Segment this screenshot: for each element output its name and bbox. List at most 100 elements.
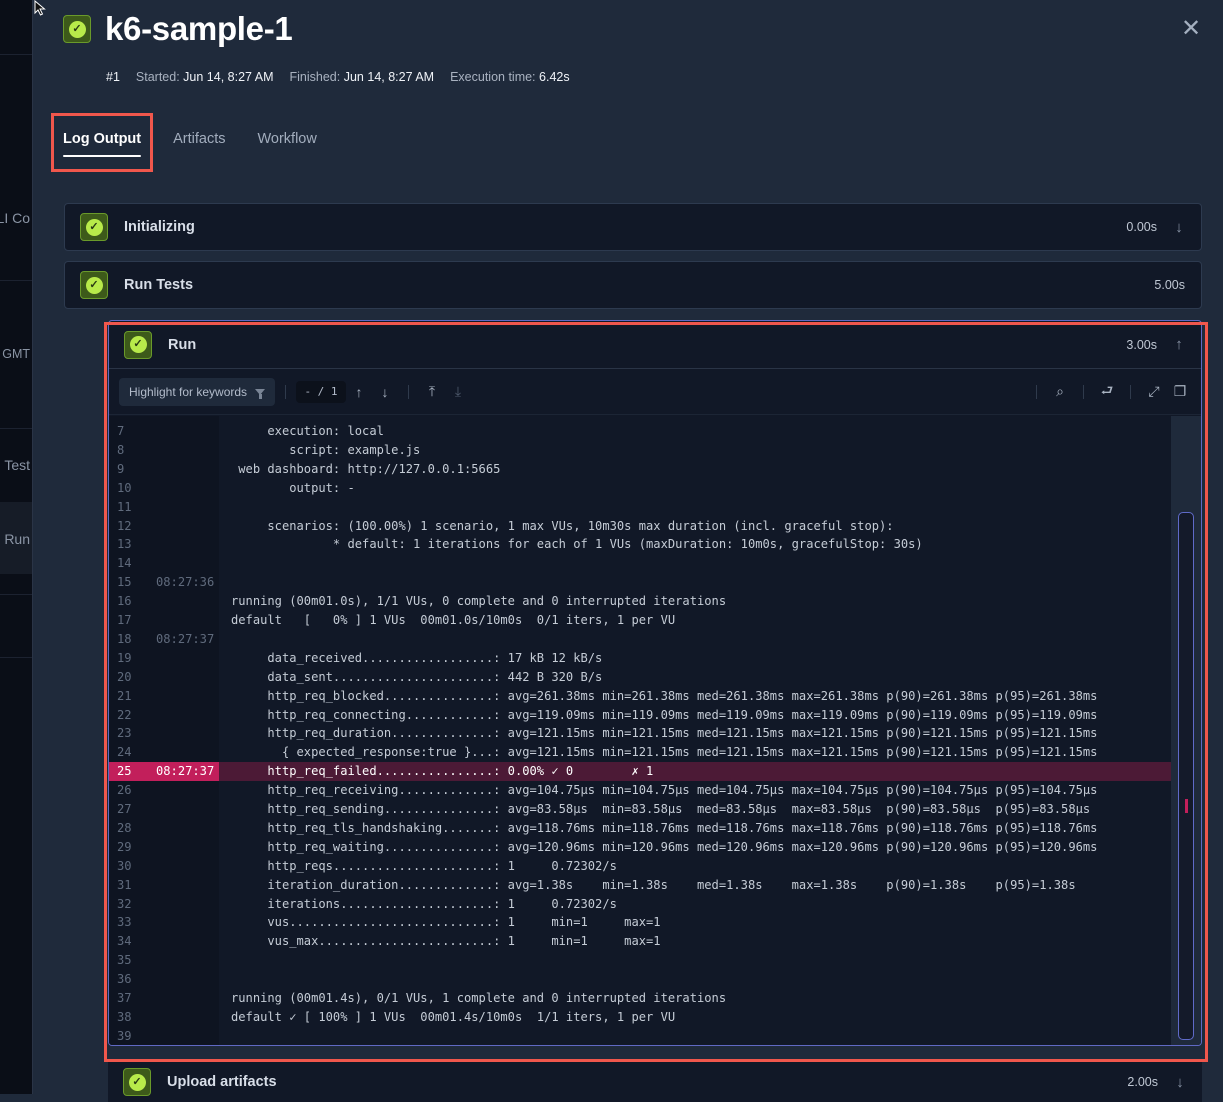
mouse-cursor-icon <box>34 0 46 16</box>
log-line-highlighted: 25 08:27:37 http_req_failed..............… <box>109 762 1172 782</box>
line-text: http_req_failed................: 0.00% ✓… <box>231 764 654 779</box>
line-text: http_reqs......................: 1 0.723… <box>231 858 617 873</box>
scrollbar-thumb[interactable] <box>1178 512 1194 1040</box>
sidebar-item[interactable]: CLI Co <box>0 210 30 226</box>
toolbar-divider <box>408 384 409 399</box>
line-number: 36 <box>117 972 132 987</box>
log-line: 27 http_req_sending...............: avg=… <box>109 800 1172 819</box>
step-initializing[interactable]: ✓ Initializing 0.00s ↓ <box>64 203 1202 251</box>
highlight-keywords-label: Highlight for keywords <box>129 384 248 399</box>
line-text: http_req_connecting............: avg=119… <box>231 707 1098 722</box>
step-run-expanded: ✓ Run 3.00s ↑ Highlight for keywords - /… <box>108 320 1202 1046</box>
line-timestamp: 08:27:37 <box>156 631 215 646</box>
line-text: output: - <box>231 480 355 495</box>
scroll-bottom-icon[interactable]: ⤓ <box>445 383 471 400</box>
log-line: 21 http_req_blocked...............: avg=… <box>109 687 1172 706</box>
step-duration: 5.00s <box>1154 278 1185 292</box>
line-number: 14 <box>117 556 132 571</box>
sidebar-divider <box>0 54 32 55</box>
tab-artifacts[interactable]: Artifacts <box>173 126 225 157</box>
log-line: 39 <box>109 1027 1172 1045</box>
sidebar-divider <box>0 657 32 658</box>
execution-meta: #1 Started: Jun 14, 8:27 AM Finished: Ju… <box>106 70 570 84</box>
wrap-icon[interactable]: ⮐ <box>1094 380 1120 404</box>
highlight-keywords-input[interactable]: Highlight for keywords <box>119 377 275 406</box>
line-text: running (00m01.4s), 0/1 VUs, 1 complete … <box>231 991 727 1005</box>
line-number: 35 <box>117 953 132 968</box>
line-number: 21 <box>117 688 132 703</box>
status-success-icon: ✓ <box>63 15 91 43</box>
line-text: iterations.....................: 1 0.723… <box>231 896 617 911</box>
line-number: 20 <box>117 669 132 684</box>
chevron-down-icon[interactable]: ↓ <box>1173 219 1185 236</box>
log-line: 8 script: example.js <box>109 441 1172 460</box>
sidebar-item[interactable]: Run <box>4 531 30 547</box>
line-number: 37 <box>117 991 132 1005</box>
step-run-header[interactable]: ✓ Run 3.00s ↑ <box>109 321 1201 369</box>
match-pager: - / 1 <box>296 380 346 403</box>
log-line: 18 08:27:37 <box>109 630 1172 649</box>
chevron-up-icon[interactable]: ↑ <box>1173 336 1185 353</box>
log-line: 24 { expected_response:true }...: avg=12… <box>109 743 1172 762</box>
sidebar-divider <box>0 594 32 595</box>
line-text: http_req_duration..............: avg=121… <box>231 726 1098 741</box>
line-number: 30 <box>117 858 132 873</box>
line-text: { expected_response:true }...: avg=121.1… <box>231 745 1098 760</box>
line-text: iteration_duration.............: avg=1.3… <box>231 877 1076 892</box>
line-number: 34 <box>117 934 132 949</box>
status-success-icon: ✓ <box>80 213 108 241</box>
line-number: 24 <box>117 745 132 760</box>
line-number: 7 <box>117 424 125 438</box>
expand-icon[interactable]: ⤢ <box>1141 383 1167 400</box>
log-line: 15 08:27:36 <box>109 573 1172 592</box>
line-text: default [ 0% ] 1 VUs 00m01.0s/10m0s 0/1 … <box>231 613 676 627</box>
execution-detail-panel: ✓ k6-sample-1 ✕ #1 Started: Jun 14, 8:27… <box>34 0 1223 1102</box>
arrow-down-icon[interactable]: ↓ <box>372 384 398 400</box>
close-icon[interactable]: ✕ <box>1181 17 1201 41</box>
line-number: 17 <box>117 613 132 627</box>
log-line: 9 web dashboard: http://127.0.0.1:5665 <box>109 460 1172 479</box>
line-number: 13 <box>117 537 132 552</box>
sidebar-item[interactable]: n Test <box>0 457 30 473</box>
scroll-top-icon[interactable]: ⤒ <box>419 383 445 400</box>
search-icon[interactable]: ⌕ <box>1047 383 1073 400</box>
log-line: 37 running (00m01.4s), 0/1 VUs, 1 complet… <box>109 989 1172 1008</box>
step-duration: 3.00s <box>1126 337 1157 352</box>
chevron-down-icon[interactable]: ↓ <box>1174 1074 1186 1091</box>
line-text: vus_max........................: 1 min=1… <box>231 934 661 949</box>
log-line: 32 iterations.....................: 1 0.… <box>109 895 1172 914</box>
log-line: 38 default ✓ [ 100% ] 1 VUs 00m01.4s/10m0… <box>109 1008 1172 1027</box>
toolbar-divider <box>1083 384 1084 399</box>
log-line: 13 * default: 1 iterations for each of 1… <box>109 535 1172 554</box>
page-title: k6-sample-1 <box>105 10 293 47</box>
toolbar-divider <box>1130 384 1131 399</box>
line-text: data_sent......................: 442 B 3… <box>231 669 603 684</box>
toolbar-divider <box>285 384 286 399</box>
tab-workflow[interactable]: Workflow <box>257 126 316 157</box>
arrow-up-icon[interactable]: ↑ <box>346 384 372 400</box>
sidebar-item[interactable]: 7 GMT <box>0 347 30 361</box>
log-line: 29 http_req_waiting...............: avg=… <box>109 838 1172 857</box>
line-number: 10 <box>117 480 132 495</box>
line-text: default ✓ [ 100% ] 1 VUs 00m01.4s/10m0s … <box>231 1009 676 1024</box>
step-run-tests[interactable]: ✓ Run Tests 5.00s <box>64 261 1202 309</box>
log-line: 19 data_received..................: 17 k… <box>109 649 1172 668</box>
line-number: 33 <box>117 915 132 930</box>
log-line: 16 running (00m01.0s), 1/1 VUs, 0 complet… <box>109 592 1172 611</box>
step-upload-artifacts[interactable]: ✓ Upload artifacts 2.00s ↓ <box>108 1062 1202 1102</box>
status-success-icon: ✓ <box>124 330 152 359</box>
execution-time-info: Execution time: 6.42s <box>450 70 570 84</box>
line-text: http_req_receiving.............: avg=104… <box>231 783 1098 798</box>
copy-icon[interactable]: ❐ <box>1167 383 1193 400</box>
log-scrollbar[interactable] <box>1171 416 1201 1045</box>
log-line: 31 iteration_duration.............: avg=… <box>109 876 1172 895</box>
line-number: 32 <box>117 896 132 911</box>
sidebar-divider <box>0 428 32 429</box>
step-name: Run Tests <box>124 277 194 293</box>
line-number: 15 <box>117 575 132 590</box>
log-line: 34 vus_max........................: 1 mi… <box>109 932 1172 951</box>
log-line: 26 http_req_receiving.............: avg=… <box>109 781 1172 800</box>
line-number: 16 <box>117 594 132 609</box>
started-info: Started: Jun 14, 8:27 AM <box>136 70 274 84</box>
finished-value: Jun 14, 8:27 AM <box>343 70 435 84</box>
